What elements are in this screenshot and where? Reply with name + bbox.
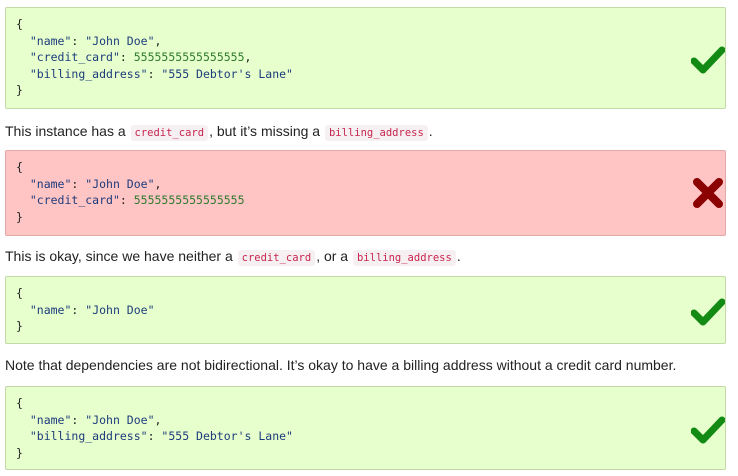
example-3-valid: { "name": "John Doe" }: [5, 276, 726, 344]
example-3-code: { "name": "John Doe" }: [16, 286, 155, 333]
checkmark-icon: [691, 46, 725, 74]
example-1-valid: { "name": "John Doe", "credit_card": 555…: [5, 7, 726, 109]
explanation-3: Note that dependencies are not bidirecti…: [5, 357, 677, 373]
inline-code-credit-card: credit_card: [237, 250, 316, 266]
checkmark-icon: [691, 298, 725, 326]
explanation-1: This instance has a credit_card, but it’…: [5, 123, 433, 141]
example-1-code: { "name": "John Doe", "credit_card": 555…: [16, 17, 293, 97]
example-2-invalid: { "name": "John Doe", "credit_card": 555…: [5, 150, 726, 236]
cross-icon: [693, 178, 723, 208]
inline-code-billing-address: billing_address: [324, 125, 428, 141]
inline-code-billing-address: billing_address: [352, 250, 456, 266]
example-4-code: { "name": "John Doe", "billing_address":…: [16, 396, 293, 460]
checkmark-icon: [691, 416, 725, 444]
example-4-valid: { "name": "John Doe", "billing_address":…: [5, 386, 726, 470]
example-2-code: { "name": "John Doe", "credit_card": 555…: [16, 160, 245, 224]
explanation-2: This is okay, since we have neither a cr…: [5, 248, 461, 266]
inline-code-credit-card: credit_card: [130, 125, 209, 141]
